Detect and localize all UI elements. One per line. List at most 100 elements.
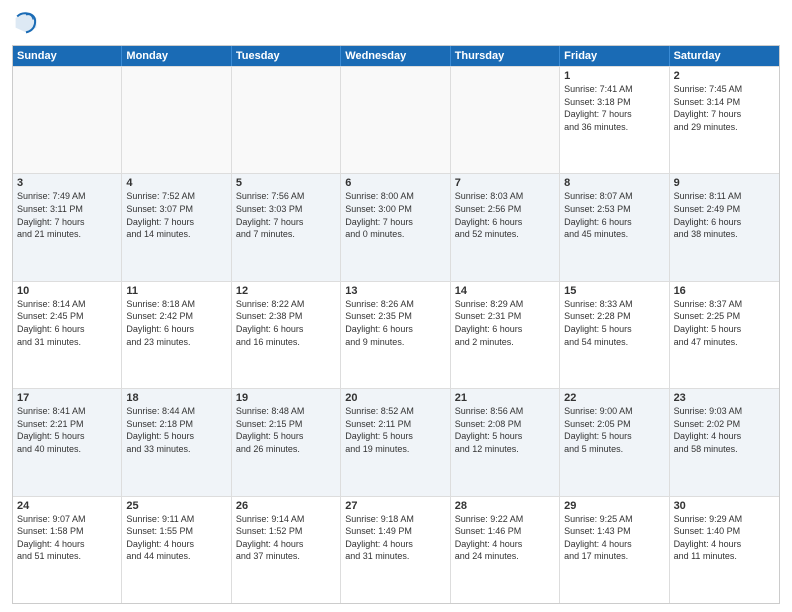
day-number: 30 xyxy=(674,500,775,512)
day-number: 10 xyxy=(17,285,117,297)
week-row-2: 3Sunrise: 7:49 AM Sunset: 3:11 PM Daylig… xyxy=(13,173,779,280)
day-number: 25 xyxy=(126,500,226,512)
cal-cell: 8Sunrise: 8:07 AM Sunset: 2:53 PM Daylig… xyxy=(560,174,669,280)
cal-cell xyxy=(122,67,231,173)
logo xyxy=(12,10,38,39)
cal-cell: 26Sunrise: 9:14 AM Sunset: 1:52 PM Dayli… xyxy=(232,497,341,603)
cal-cell: 13Sunrise: 8:26 AM Sunset: 2:35 PM Dayli… xyxy=(341,282,450,388)
cal-cell: 15Sunrise: 8:33 AM Sunset: 2:28 PM Dayli… xyxy=(560,282,669,388)
day-info: Sunrise: 9:00 AM Sunset: 2:05 PM Dayligh… xyxy=(564,405,664,455)
calendar-body: 1Sunrise: 7:41 AM Sunset: 3:18 PM Daylig… xyxy=(13,66,779,603)
day-info: Sunrise: 9:29 AM Sunset: 1:40 PM Dayligh… xyxy=(674,513,775,563)
cal-cell: 7Sunrise: 8:03 AM Sunset: 2:56 PM Daylig… xyxy=(451,174,560,280)
day-number: 12 xyxy=(236,285,336,297)
cal-cell: 22Sunrise: 9:00 AM Sunset: 2:05 PM Dayli… xyxy=(560,389,669,495)
day-info: Sunrise: 9:11 AM Sunset: 1:55 PM Dayligh… xyxy=(126,513,226,563)
cal-cell: 29Sunrise: 9:25 AM Sunset: 1:43 PM Dayli… xyxy=(560,497,669,603)
cal-cell xyxy=(232,67,341,173)
day-number: 18 xyxy=(126,392,226,404)
cal-cell: 5Sunrise: 7:56 AM Sunset: 3:03 PM Daylig… xyxy=(232,174,341,280)
cal-cell: 11Sunrise: 8:18 AM Sunset: 2:42 PM Dayli… xyxy=(122,282,231,388)
header-friday: Friday xyxy=(560,46,669,66)
cal-cell: 16Sunrise: 8:37 AM Sunset: 2:25 PM Dayli… xyxy=(670,282,779,388)
cal-cell: 6Sunrise: 8:00 AM Sunset: 3:00 PM Daylig… xyxy=(341,174,450,280)
day-info: Sunrise: 9:14 AM Sunset: 1:52 PM Dayligh… xyxy=(236,513,336,563)
day-number: 22 xyxy=(564,392,664,404)
header-saturday: Saturday xyxy=(670,46,779,66)
day-info: Sunrise: 8:52 AM Sunset: 2:11 PM Dayligh… xyxy=(345,405,445,455)
week-row-4: 17Sunrise: 8:41 AM Sunset: 2:21 PM Dayli… xyxy=(13,388,779,495)
week-row-3: 10Sunrise: 8:14 AM Sunset: 2:45 PM Dayli… xyxy=(13,281,779,388)
header xyxy=(12,10,780,39)
cal-cell: 3Sunrise: 7:49 AM Sunset: 3:11 PM Daylig… xyxy=(13,174,122,280)
day-number: 19 xyxy=(236,392,336,404)
day-info: Sunrise: 8:14 AM Sunset: 2:45 PM Dayligh… xyxy=(17,298,117,348)
day-number: 15 xyxy=(564,285,664,297)
day-info: Sunrise: 9:07 AM Sunset: 1:58 PM Dayligh… xyxy=(17,513,117,563)
day-info: Sunrise: 8:26 AM Sunset: 2:35 PM Dayligh… xyxy=(345,298,445,348)
day-info: Sunrise: 8:29 AM Sunset: 2:31 PM Dayligh… xyxy=(455,298,555,348)
day-number: 17 xyxy=(17,392,117,404)
calendar-header: SundayMondayTuesdayWednesdayThursdayFrid… xyxy=(13,46,779,66)
day-number: 7 xyxy=(455,177,555,189)
day-info: Sunrise: 8:48 AM Sunset: 2:15 PM Dayligh… xyxy=(236,405,336,455)
day-info: Sunrise: 8:03 AM Sunset: 2:56 PM Dayligh… xyxy=(455,190,555,240)
cal-cell: 17Sunrise: 8:41 AM Sunset: 2:21 PM Dayli… xyxy=(13,389,122,495)
day-number: 8 xyxy=(564,177,664,189)
day-info: Sunrise: 8:22 AM Sunset: 2:38 PM Dayligh… xyxy=(236,298,336,348)
day-number: 20 xyxy=(345,392,445,404)
day-number: 9 xyxy=(674,177,775,189)
day-number: 23 xyxy=(674,392,775,404)
day-info: Sunrise: 7:41 AM Sunset: 3:18 PM Dayligh… xyxy=(564,83,664,133)
day-info: Sunrise: 8:56 AM Sunset: 2:08 PM Dayligh… xyxy=(455,405,555,455)
day-info: Sunrise: 7:45 AM Sunset: 3:14 PM Dayligh… xyxy=(674,83,775,133)
cal-cell: 28Sunrise: 9:22 AM Sunset: 1:46 PM Dayli… xyxy=(451,497,560,603)
day-info: Sunrise: 9:18 AM Sunset: 1:49 PM Dayligh… xyxy=(345,513,445,563)
cal-cell: 1Sunrise: 7:41 AM Sunset: 3:18 PM Daylig… xyxy=(560,67,669,173)
logo-icon xyxy=(14,10,38,34)
cal-cell xyxy=(341,67,450,173)
page: SundayMondayTuesdayWednesdayThursdayFrid… xyxy=(0,0,792,612)
day-number: 13 xyxy=(345,285,445,297)
cal-cell: 27Sunrise: 9:18 AM Sunset: 1:49 PM Dayli… xyxy=(341,497,450,603)
day-number: 14 xyxy=(455,285,555,297)
header-wednesday: Wednesday xyxy=(341,46,450,66)
day-info: Sunrise: 7:52 AM Sunset: 3:07 PM Dayligh… xyxy=(126,190,226,240)
calendar: SundayMondayTuesdayWednesdayThursdayFrid… xyxy=(12,45,780,604)
day-number: 27 xyxy=(345,500,445,512)
week-row-1: 1Sunrise: 7:41 AM Sunset: 3:18 PM Daylig… xyxy=(13,66,779,173)
cal-cell: 14Sunrise: 8:29 AM Sunset: 2:31 PM Dayli… xyxy=(451,282,560,388)
day-info: Sunrise: 8:33 AM Sunset: 2:28 PM Dayligh… xyxy=(564,298,664,348)
day-number: 3 xyxy=(17,177,117,189)
cal-cell xyxy=(451,67,560,173)
day-info: Sunrise: 8:00 AM Sunset: 3:00 PM Dayligh… xyxy=(345,190,445,240)
day-number: 11 xyxy=(126,285,226,297)
day-info: Sunrise: 8:44 AM Sunset: 2:18 PM Dayligh… xyxy=(126,405,226,455)
cal-cell: 10Sunrise: 8:14 AM Sunset: 2:45 PM Dayli… xyxy=(13,282,122,388)
cal-cell: 18Sunrise: 8:44 AM Sunset: 2:18 PM Dayli… xyxy=(122,389,231,495)
day-info: Sunrise: 8:18 AM Sunset: 2:42 PM Dayligh… xyxy=(126,298,226,348)
header-sunday: Sunday xyxy=(13,46,122,66)
cal-cell: 30Sunrise: 9:29 AM Sunset: 1:40 PM Dayli… xyxy=(670,497,779,603)
day-info: Sunrise: 8:11 AM Sunset: 2:49 PM Dayligh… xyxy=(674,190,775,240)
header-thursday: Thursday xyxy=(451,46,560,66)
cal-cell: 19Sunrise: 8:48 AM Sunset: 2:15 PM Dayli… xyxy=(232,389,341,495)
day-number: 28 xyxy=(455,500,555,512)
cal-cell: 12Sunrise: 8:22 AM Sunset: 2:38 PM Dayli… xyxy=(232,282,341,388)
day-info: Sunrise: 9:22 AM Sunset: 1:46 PM Dayligh… xyxy=(455,513,555,563)
day-info: Sunrise: 7:49 AM Sunset: 3:11 PM Dayligh… xyxy=(17,190,117,240)
header-monday: Monday xyxy=(122,46,231,66)
header-tuesday: Tuesday xyxy=(232,46,341,66)
day-number: 5 xyxy=(236,177,336,189)
day-info: Sunrise: 7:56 AM Sunset: 3:03 PM Dayligh… xyxy=(236,190,336,240)
day-number: 6 xyxy=(345,177,445,189)
week-row-5: 24Sunrise: 9:07 AM Sunset: 1:58 PM Dayli… xyxy=(13,496,779,603)
day-number: 26 xyxy=(236,500,336,512)
cal-cell: 2Sunrise: 7:45 AM Sunset: 3:14 PM Daylig… xyxy=(670,67,779,173)
day-info: Sunrise: 8:07 AM Sunset: 2:53 PM Dayligh… xyxy=(564,190,664,240)
cal-cell: 4Sunrise: 7:52 AM Sunset: 3:07 PM Daylig… xyxy=(122,174,231,280)
cal-cell: 25Sunrise: 9:11 AM Sunset: 1:55 PM Dayli… xyxy=(122,497,231,603)
cal-cell xyxy=(13,67,122,173)
day-number: 21 xyxy=(455,392,555,404)
day-info: Sunrise: 9:25 AM Sunset: 1:43 PM Dayligh… xyxy=(564,513,664,563)
